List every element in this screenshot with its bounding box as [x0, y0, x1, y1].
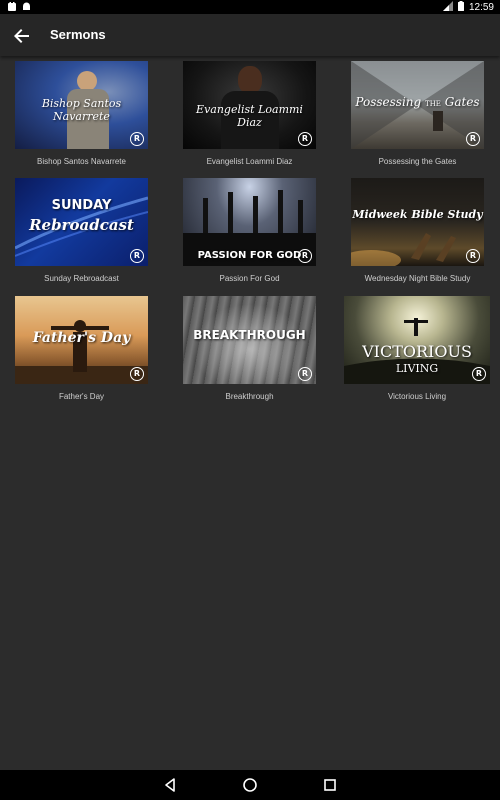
sermon-card-bishop-santos-navarrete[interactable]: Bishop Santos Navarrete R Bishop Santos … — [15, 61, 148, 166]
sermon-card-passion-for-god[interactable]: PASSION FOR GOD R Passion For God — [183, 178, 316, 283]
sermon-caption: Victorious Living — [387, 392, 447, 401]
thumbnail-title: Father's Day — [32, 330, 131, 346]
signal-icon — [442, 1, 453, 14]
thumbnail-graphic — [351, 233, 456, 266]
sermon-card-evangelist-loammi-diaz[interactable]: Evangelist Loammi Diaz R Evangelist Loam… — [183, 61, 316, 166]
sermon-caption: Evangelist Loammi Diaz — [206, 157, 293, 166]
sermon-caption: Wednesday Night Bible Study — [364, 274, 471, 283]
sermon-caption: Passion For God — [219, 274, 280, 283]
status-bar: 12:59 — [0, 0, 500, 14]
sermon-caption: Father's Day — [58, 392, 105, 401]
battery-icon — [457, 1, 464, 14]
sermon-card-fathers-day[interactable]: Father's Day R Father's Day — [15, 296, 148, 401]
church-logo: R — [130, 249, 144, 263]
sermon-thumbnail: PASSION FOR GOD R — [183, 178, 316, 266]
nav-home-button[interactable] — [242, 777, 258, 793]
arrow-left-icon — [14, 29, 29, 43]
nav-recents-button[interactable] — [322, 777, 338, 793]
thumbnail-title-top: VICTORIOUS — [362, 342, 472, 361]
sermon-card-sunday-rebroadcast[interactable]: SUNDAY Rebroadcast R Sunday Rebroadcast — [15, 178, 148, 283]
church-logo: R — [130, 367, 144, 381]
status-time: 12:59 — [468, 1, 494, 13]
sermon-thumbnail: Evangelist Loammi Diaz R — [183, 61, 316, 149]
sermon-thumbnail: BREAKTHROUGH R — [183, 296, 316, 384]
app-bar: Sermons — [0, 14, 500, 56]
church-logo: R — [472, 367, 486, 381]
sermon-caption: Possessing the Gates — [378, 157, 457, 166]
church-logo: R — [466, 249, 480, 263]
sermon-thumbnail: VICTORIOUS LIVING R — [344, 296, 490, 384]
thumbnail-title: Possessing THE Gates — [355, 95, 480, 109]
thumbnail-title: Midweek Bible Study — [352, 208, 483, 221]
android-icon — [22, 2, 31, 14]
sermon-caption: Sunday Rebroadcast — [44, 274, 119, 283]
circle-home-icon — [243, 778, 257, 792]
church-logo: R — [466, 132, 480, 146]
notification-icon — [8, 2, 16, 14]
church-logo: R — [298, 132, 312, 146]
sermon-card-breakthrough[interactable]: BREAKTHROUGH R Breakthrough — [183, 296, 316, 401]
sermon-thumbnail: SUNDAY Rebroadcast R — [15, 178, 148, 266]
thumbnail-title-bottom: Rebroadcast — [29, 216, 134, 234]
sermon-caption: Breakthrough — [225, 392, 274, 401]
back-button[interactable] — [10, 24, 34, 48]
sermon-thumbnail: Possessing THE Gates R — [351, 61, 484, 149]
sermon-card-possessing-the-gates[interactable]: Possessing THE Gates R Possessing the Ga… — [351, 61, 484, 166]
sermon-thumbnail: Midweek Bible Study R — [351, 178, 484, 266]
nav-back-button[interactable] — [162, 777, 178, 793]
church-logo: R — [298, 249, 312, 263]
system-nav-bar — [0, 770, 500, 800]
thumbnail-title: Bishop Santos Navarrete — [41, 97, 122, 123]
thumbnail-title: Evangelist Loammi Diaz — [196, 103, 303, 129]
square-recents-icon — [324, 779, 336, 791]
triangle-back-icon — [165, 778, 175, 792]
thumbnail-title-bottom: LIVING — [395, 362, 439, 375]
thumbnail-title: BREAKTHROUGH — [193, 328, 306, 342]
sermon-thumbnail: Bishop Santos Navarrete R — [15, 61, 148, 149]
church-logo: R — [298, 367, 312, 381]
church-logo: R — [130, 132, 144, 146]
thumbnail-title: PASSION FOR GOD — [197, 250, 302, 261]
sermon-caption: Bishop Santos Navarrete — [37, 157, 126, 166]
sermon-thumbnail: Father's Day R — [15, 296, 148, 384]
thumbnail-title-top: SUNDAY — [51, 198, 112, 213]
page-title: Sermons — [50, 27, 106, 42]
sermon-card-victorious-living[interactable]: VICTORIOUS LIVING R Victorious Living — [344, 296, 490, 401]
sermon-card-wednesday-night-bible-study[interactable]: Midweek Bible Study R Wednesday Night Bi… — [351, 178, 484, 283]
